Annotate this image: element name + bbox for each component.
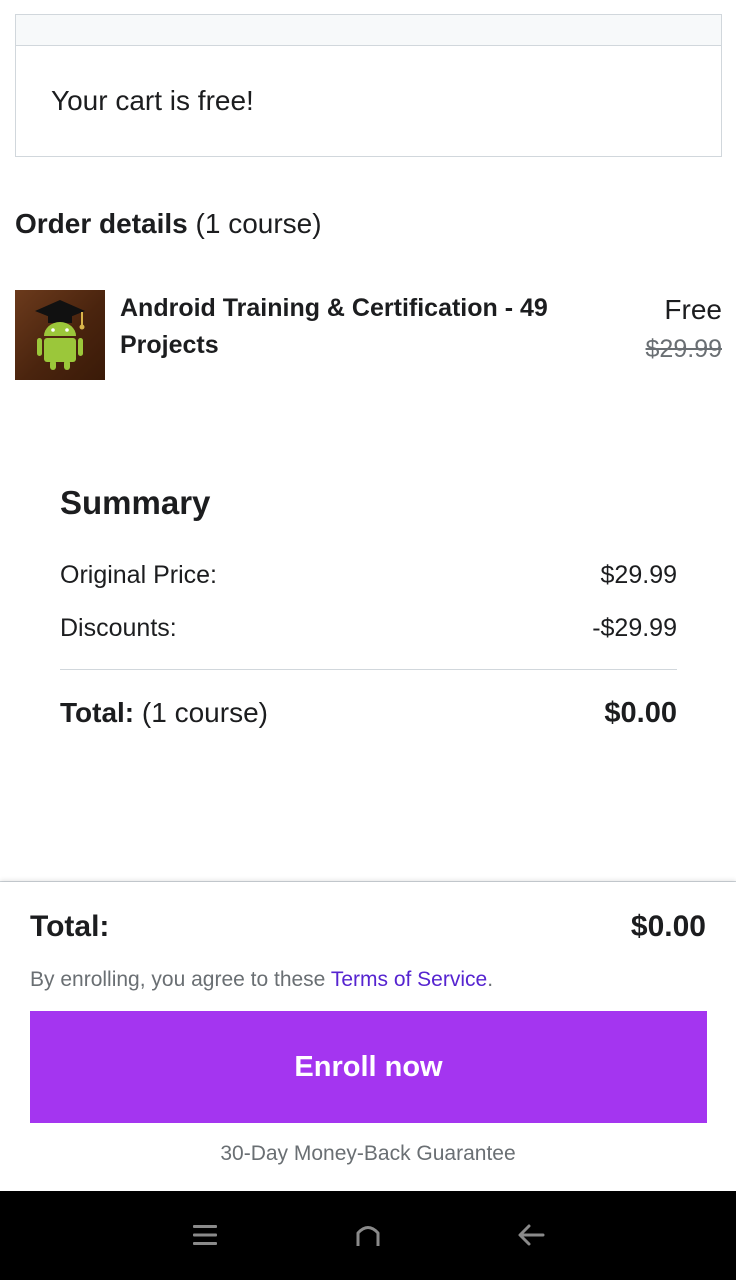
original-price-label: Original Price: [60, 561, 217, 589]
summary-original-price-row: Original Price: $29.99 [60, 561, 677, 590]
course-price-current: Free [664, 294, 722, 325]
back-button[interactable] [509, 1213, 553, 1257]
back-arrow-icon [518, 1224, 545, 1246]
cart-notice-header [16, 15, 721, 46]
cart-free-message: Your cart is free! [51, 85, 254, 116]
order-details-label: Order details [15, 208, 188, 239]
cart-notice: Your cart is free! [15, 14, 722, 157]
terms-of-service-link[interactable]: Terms of Service [331, 968, 487, 991]
discounts-label: Discounts: [60, 614, 177, 642]
checkout-total-value: $0.00 [630, 910, 706, 943]
order-summary: Summary Original Price: $29.99 Discounts… [60, 484, 677, 729]
order-details-title: Order details (1 course) [15, 208, 322, 240]
course-item[interactable]: Android Training & Certification - 49 Pr… [15, 290, 722, 382]
summary-total-row: Total: (1 course) $0.00 [60, 697, 677, 730]
home-icon [356, 1226, 380, 1246]
menu-icon [193, 1225, 217, 1245]
system-navigation-bar [0, 1191, 736, 1280]
summary-divider [60, 669, 677, 670]
checkout-total-label: Total: [30, 910, 110, 943]
original-price-value: $29.99 [600, 561, 677, 589]
menu-button[interactable] [183, 1213, 227, 1257]
terms-prefix: By enrolling, you agree to these [30, 968, 326, 991]
course-thumbnail[interactable] [15, 290, 105, 380]
summary-discounts-row: Discounts: -$29.99 [60, 614, 677, 643]
money-back-guarantee: 30-Day Money-Back Guarantee [220, 1142, 516, 1165]
summary-total-label-group: Total: (1 course) [60, 697, 268, 730]
order-details-count: (1 course) [195, 208, 322, 239]
checkout-total-row: Total: $0.00 [30, 910, 706, 944]
android-graduate-icon [35, 300, 85, 370]
course-price-original: $29.99 [645, 335, 722, 363]
summary-total-value: $0.00 [604, 697, 677, 729]
terms-notice: By enrolling, you agree to these Terms o… [30, 968, 493, 992]
terms-suffix: . [487, 968, 494, 991]
home-button[interactable] [346, 1213, 390, 1257]
checkout-panel: Total: $0.00 By enrolling, you agree to … [0, 882, 736, 1192]
summary-total-label: Total: [60, 697, 135, 728]
course-title[interactable]: Android Training & Certification - 49 Pr… [120, 290, 550, 364]
summary-total-count: (1 course) [141, 697, 268, 728]
enroll-now-button[interactable]: Enroll now [30, 1011, 707, 1123]
discounts-value: -$29.99 [592, 614, 677, 642]
summary-heading: Summary [60, 484, 211, 521]
